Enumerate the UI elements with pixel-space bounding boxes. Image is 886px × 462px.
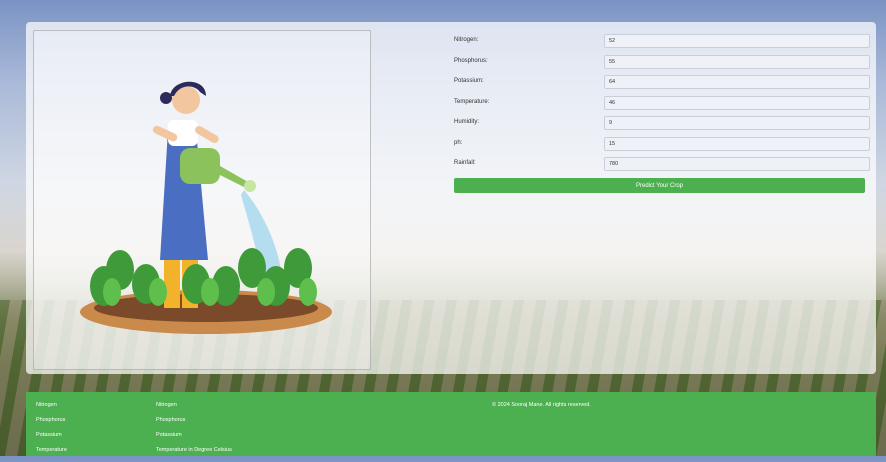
temperature-row: Temperature: [454, 95, 872, 117]
ph-input[interactable] [604, 136, 870, 151]
crop-form: Nitrogen: Phosphorus: Potassium: Tempera… [454, 34, 872, 178]
copyright-text: © 2024 Sooraj Mane. All rights reserved. [492, 402, 591, 408]
rainfall-input[interactable] [604, 157, 870, 171]
nitrogen-row: Nitrogen: [454, 34, 872, 55]
footer-item: Nitrogen [156, 402, 177, 408]
footer-column-2: Nitrogen Phosphorus Potassium Temperatur… [156, 402, 232, 462]
footer-item: Nitrogen [36, 402, 57, 408]
footer-item: Temperature in Degree Celsius [156, 447, 232, 453]
nitrogen-input[interactable] [604, 34, 870, 48]
potassium-label: Potassium: [454, 78, 484, 84]
phosphorus-input[interactable] [604, 54, 870, 69]
humidity-row: Humidity: [454, 116, 872, 137]
ph-label: ph: [454, 139, 463, 146]
footer-item: Potassium [156, 432, 182, 438]
footer-item: Temperature [36, 447, 67, 453]
footer-column-1: Nitrogen Phosphorus Potassium Temperatur… [36, 402, 67, 462]
rainfall-row: Rainfall: [454, 157, 872, 178]
footer: Nitrogen Phosphorus Potassium Temperatur… [26, 392, 876, 456]
temperature-input[interactable] [604, 95, 870, 110]
farmer-watering-plants-illustration [80, 81, 332, 334]
phosphorus-row: Phosphorus: [454, 54, 872, 76]
ph-row: ph: [454, 136, 872, 158]
footer-item: Phosphorus [36, 417, 66, 423]
footer-item: Phosphorus [156, 417, 186, 423]
rainfall-label: Rainfall: [454, 160, 476, 166]
phosphorus-label: Phosphorus: [454, 57, 488, 64]
predict-crop-button[interactable]: Predict Your Crop [454, 178, 865, 193]
potassium-row: Potassium: [454, 75, 872, 96]
potassium-input[interactable] [604, 75, 870, 89]
temperature-label: Temperature: [454, 98, 490, 105]
humidity-input[interactable] [604, 116, 870, 130]
nitrogen-label: Nitrogen: [454, 37, 479, 43]
footer-item: Potassium [36, 432, 62, 438]
humidity-label: Humidity: [454, 119, 480, 125]
